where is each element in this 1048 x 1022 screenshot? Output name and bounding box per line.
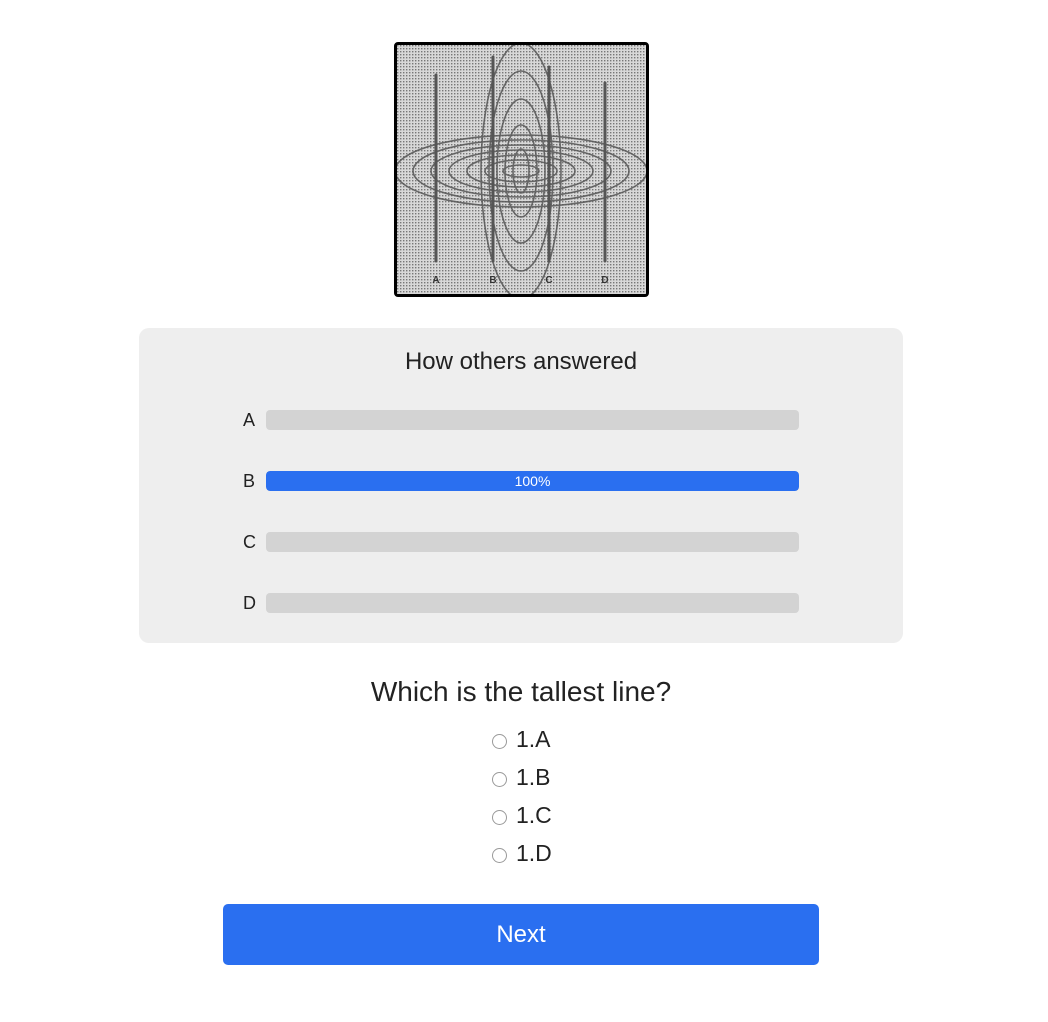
line-illusion-graphic: A B C D	[397, 45, 646, 294]
question-text: Which is the tallest line?	[370, 676, 672, 707]
result-bar-track	[266, 593, 799, 613]
result-label: C	[243, 532, 256, 552]
answer-option-label[interactable]: 1.B	[516, 764, 551, 791]
result-percent	[266, 410, 799, 430]
answer-option-a[interactable]: 1.A	[490, 724, 610, 762]
result-row-a: A	[139, 408, 903, 432]
illusion-label-b: B	[489, 275, 496, 286]
radio-button[interactable]	[492, 734, 507, 749]
result-row-d: D	[139, 591, 903, 615]
result-bar-track	[266, 410, 799, 430]
result-bar-track: 100%	[266, 471, 799, 491]
answer-option-label[interactable]: 1.C	[516, 802, 552, 829]
result-percent	[266, 532, 799, 552]
radio-button[interactable]	[492, 848, 507, 863]
results-title: How others answered	[404, 348, 638, 375]
result-bar-track	[266, 532, 799, 552]
answer-option-c[interactable]: 1.C	[490, 800, 610, 838]
result-row-b: B 100%	[139, 469, 903, 493]
result-percent: 100%	[514, 473, 551, 489]
illusion-label-a: A	[432, 275, 439, 286]
result-row-c: C	[139, 530, 903, 554]
illusion-image: A B C D	[394, 42, 649, 297]
answer-option-d[interactable]: 1.D	[490, 838, 610, 876]
illusion-label-d: D	[601, 275, 608, 286]
radio-button[interactable]	[492, 810, 507, 825]
result-label: B	[243, 471, 256, 491]
result-label: A	[243, 410, 256, 430]
next-button[interactable]: Next	[223, 904, 819, 965]
answer-option-label[interactable]: 1.D	[516, 840, 552, 867]
results-panel: How others answered A B 100% C D	[139, 328, 903, 643]
illusion-label-c: C	[545, 275, 552, 286]
radio-button[interactable]	[492, 772, 507, 787]
answer-option-b[interactable]: 1.B	[490, 762, 610, 800]
answer-option-label[interactable]: 1.A	[516, 726, 551, 753]
result-label: D	[243, 593, 256, 613]
result-percent	[266, 593, 799, 613]
answer-options: 1.A 1.B 1.C 1.D	[490, 724, 610, 876]
quiz-page: A B C D How others answered A B 100% C D…	[0, 0, 1048, 1022]
